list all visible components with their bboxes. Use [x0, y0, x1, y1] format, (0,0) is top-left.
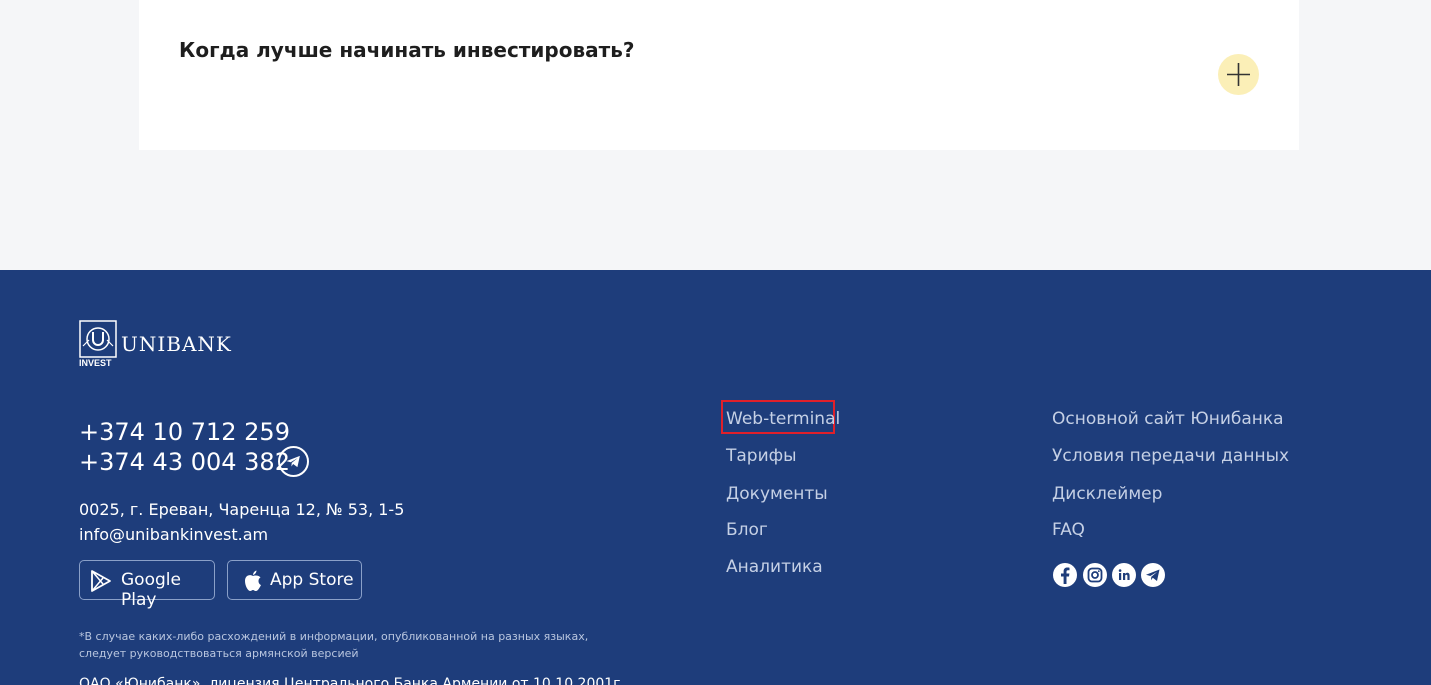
phone-number-2[interactable]: +374 43 004 382 [79, 448, 290, 476]
footer-link-web-terminal[interactable]: Web-terminal [726, 409, 840, 429]
linkedin-icon [1118, 569, 1130, 580]
google-play-icon [91, 570, 111, 592]
plus-icon [1227, 63, 1250, 86]
unibank-invest-logo[interactable]: UNIBANK INVEST [79, 320, 231, 370]
instagram-link[interactable] [1083, 563, 1107, 587]
logo-name: UNIBANK [121, 332, 232, 356]
footer-link-documents[interactable]: Документы [726, 484, 828, 504]
footer-link-tariffs[interactable]: Тарифы [726, 446, 797, 466]
faq-question[interactable]: Когда лучше начинать инвестировать? [179, 38, 634, 62]
footer-link-disclaimer[interactable]: Дисклеймер [1052, 484, 1162, 504]
contact-email[interactable]: info@unibankinvest.am [79, 525, 268, 544]
phone-number-1[interactable]: +374 10 712 259 [79, 418, 290, 446]
facebook-link[interactable] [1053, 563, 1077, 587]
telegram-contact-button[interactable] [278, 446, 309, 477]
linkedin-link[interactable] [1112, 563, 1136, 587]
footer: UNIBANK INVEST +374 10 712 259 +374 43 0… [0, 270, 1431, 685]
telegram-link[interactable] [1141, 563, 1165, 587]
app-store-button[interactable]: App Store [227, 560, 362, 600]
faq-expand-button[interactable] [1218, 54, 1259, 95]
language-disclaimer: *В случае каких-либо расхождений в инфор… [79, 630, 589, 660]
telegram-icon [1146, 569, 1160, 581]
license-text: ОАО «Юнибанк», лицензия Центрального Бан… [79, 676, 625, 685]
google-play-label: Google Play [121, 570, 181, 610]
footer-link-blog[interactable]: Блог [726, 520, 768, 540]
apple-icon [245, 570, 261, 591]
logo-subtitle: INVEST [79, 358, 112, 368]
footer-link-main-site[interactable]: Основной сайт Юнибанка [1052, 409, 1284, 429]
faq-item[interactable]: Когда лучше начинать инвестировать? [139, 0, 1299, 150]
office-address: 0025, г. Ереван, Чаренца 12, № 53, 1-5 [79, 500, 405, 519]
footer-link-data-terms[interactable]: Условия передачи данных [1052, 446, 1289, 466]
instagram-icon [1087, 567, 1103, 583]
facebook-icon [1061, 567, 1070, 584]
footer-link-faq[interactable]: FAQ [1052, 520, 1085, 540]
logo-emblem-icon [79, 320, 117, 358]
footer-link-analytics[interactable]: Аналитика [726, 557, 823, 577]
google-play-button[interactable]: Google Play [79, 560, 215, 610]
app-store-label: App Store [270, 570, 354, 590]
telegram-icon [286, 455, 300, 468]
